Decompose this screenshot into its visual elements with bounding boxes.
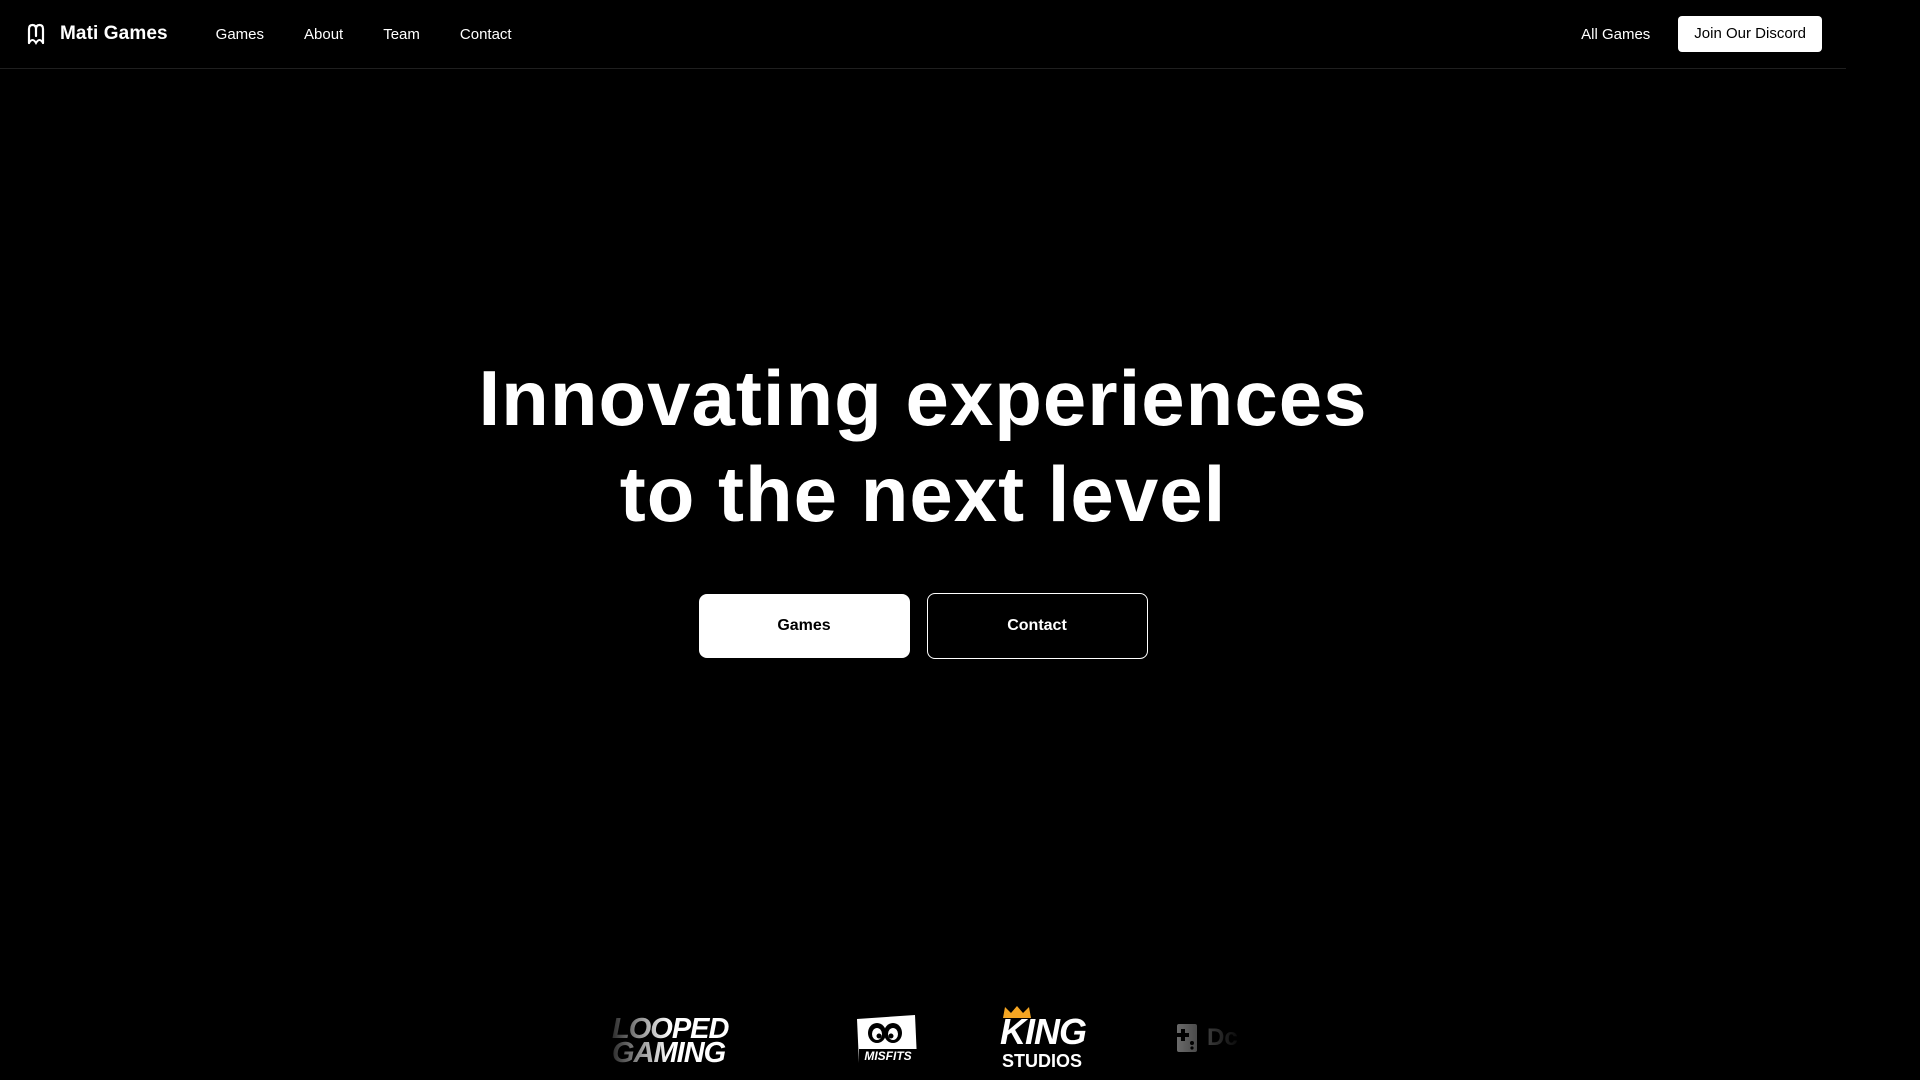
hero-section: Innovating experiences to the next level	[0, 350, 1846, 542]
hero-title-line-2: to the next level	[619, 450, 1227, 538]
nav-link-contact[interactable]: Contact	[460, 26, 512, 43]
page: Mati Games Games About Team Contact All …	[0, 0, 1920, 1080]
primary-nav: Games About Team Contact	[216, 26, 552, 43]
studios-logo-word: STUDIOS	[1002, 1051, 1083, 1071]
hero-buttons: Games Contact	[0, 593, 1846, 659]
hero-title-line-1: Innovating experiences	[478, 354, 1368, 442]
brand-home-link[interactable]: Mati Games	[26, 23, 168, 45]
king-studios-logo: KING STUDIOS	[1000, 1005, 1087, 1071]
misfits-logo: MISFITS	[853, 1013, 921, 1069]
mati-logo-icon	[26, 23, 46, 45]
all-games-link[interactable]: All Games	[1581, 26, 1650, 43]
top-navbar: Mati Games Games About Team Contact All …	[0, 0, 1846, 69]
nav-link-games[interactable]: Games	[216, 26, 264, 43]
misfits-logo-graphic: MISFITS	[857, 1015, 917, 1063]
nav-link-team[interactable]: Team	[383, 26, 420, 43]
hero-title: Innovating experiences to the next level	[0, 350, 1846, 542]
logo-strip-fade-left	[600, 1005, 670, 1080]
contact-button[interactable]: Contact	[926, 593, 1148, 659]
partner-logo-strip: LOOPED GAMING MISFITS KING STUDI	[600, 1005, 1245, 1080]
crown-icon	[1003, 1006, 1031, 1018]
nav-link-about[interactable]: About	[304, 26, 343, 43]
nav-actions: All Games Join Our Discord	[1581, 16, 1822, 52]
join-discord-button[interactable]: Join Our Discord	[1678, 16, 1822, 52]
brand-name: Mati Games	[60, 23, 168, 44]
games-button[interactable]: Games	[698, 594, 910, 658]
logo-strip-fade-right	[1155, 1005, 1245, 1080]
misfits-logo-text: MISFITS	[864, 1049, 911, 1063]
